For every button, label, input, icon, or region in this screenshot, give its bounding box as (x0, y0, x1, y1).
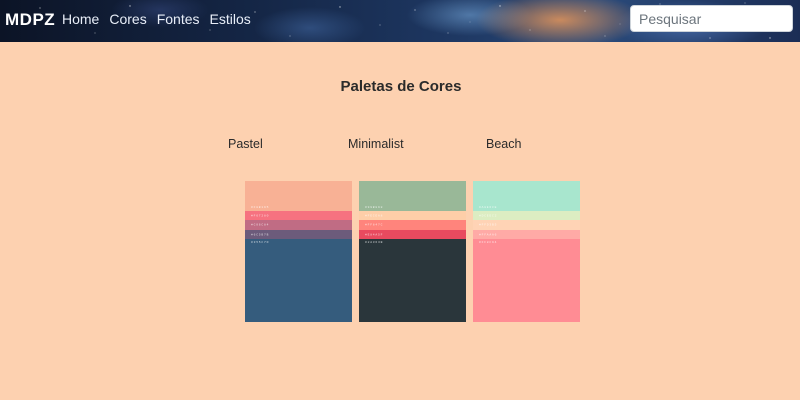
swatch-hex-code: #FFAAA6 (479, 233, 498, 236)
color-swatch[interactable]: #FFAAA6 (473, 230, 580, 239)
color-swatch[interactable]: #6C5B7B (245, 230, 352, 239)
color-swatch[interactable]: #FECEA8 (359, 211, 466, 220)
palette-card-minimalist[interactable]: #99B898 #FECEA8 #FF847C #E84A5F #2A363B (359, 181, 466, 322)
palette-card-beach[interactable]: #A8E6CE #DCEDC2 #FFD3B5 #FFAAA6 #FF8C94 (473, 181, 580, 322)
page-title: Paletas de Cores (340, 78, 462, 95)
navbar: MDPZ Home Cores Fontes Estilos (0, 0, 800, 42)
color-swatch[interactable]: #FF847C (359, 220, 466, 230)
palette-name-pastel: Pastel (228, 137, 263, 151)
color-swatch[interactable]: #DCEDC2 (473, 211, 580, 220)
swatch-hex-code: #E84A5F (365, 233, 384, 236)
search-input[interactable] (630, 5, 793, 32)
color-swatch[interactable]: #F67280 (245, 211, 352, 220)
nav-link-home[interactable]: Home (62, 11, 99, 27)
brand-logo[interactable]: MDPZ (5, 10, 55, 30)
swatch-hex-code: #FF8C94 (479, 241, 498, 244)
color-swatch[interactable]: #F8B195 (245, 181, 352, 211)
color-swatch[interactable]: #C06C84 (245, 220, 352, 230)
swatch-hex-code: #F8B195 (251, 206, 270, 209)
swatch-hex-code: #2A363B (365, 241, 384, 244)
nav-link-cores[interactable]: Cores (109, 11, 146, 27)
color-swatch[interactable]: #A8E6CE (473, 181, 580, 211)
swatch-hex-code: #C06C84 (251, 223, 270, 227)
color-swatch[interactable]: #2A363B (359, 239, 466, 322)
swatch-hex-code: #A8E6CE (479, 206, 498, 209)
color-swatch[interactable]: #E84A5F (359, 230, 466, 239)
nav-link-fontes[interactable]: Fontes (157, 11, 200, 27)
swatch-hex-code: #FFD3B5 (479, 223, 498, 227)
swatch-hex-code: #DCEDC2 (479, 214, 498, 217)
nav-links: Home Cores Fontes Estilos (62, 11, 251, 27)
color-swatch[interactable]: #FF8C94 (473, 239, 580, 322)
palette-name-minimalist: Minimalist (348, 137, 404, 151)
swatch-hex-code: #FECEA8 (365, 214, 384, 217)
nav-link-estilos[interactable]: Estilos (210, 11, 251, 27)
palette-card-pastel[interactable]: #F8B195 #F67280 #C06C84 #6C5B7B #355C7D (245, 181, 352, 322)
swatch-hex-code: #99B898 (365, 206, 384, 209)
color-swatch[interactable]: #99B898 (359, 181, 466, 211)
color-swatch[interactable]: #FFD3B5 (473, 220, 580, 230)
color-swatch[interactable]: #355C7D (245, 239, 352, 322)
swatch-hex-code: #355C7D (251, 241, 270, 244)
swatch-hex-code: #FF847C (365, 223, 384, 227)
palette-name-beach: Beach (486, 137, 522, 151)
swatch-hex-code: #6C5B7B (251, 233, 270, 236)
swatch-hex-code: #F67280 (251, 214, 270, 217)
